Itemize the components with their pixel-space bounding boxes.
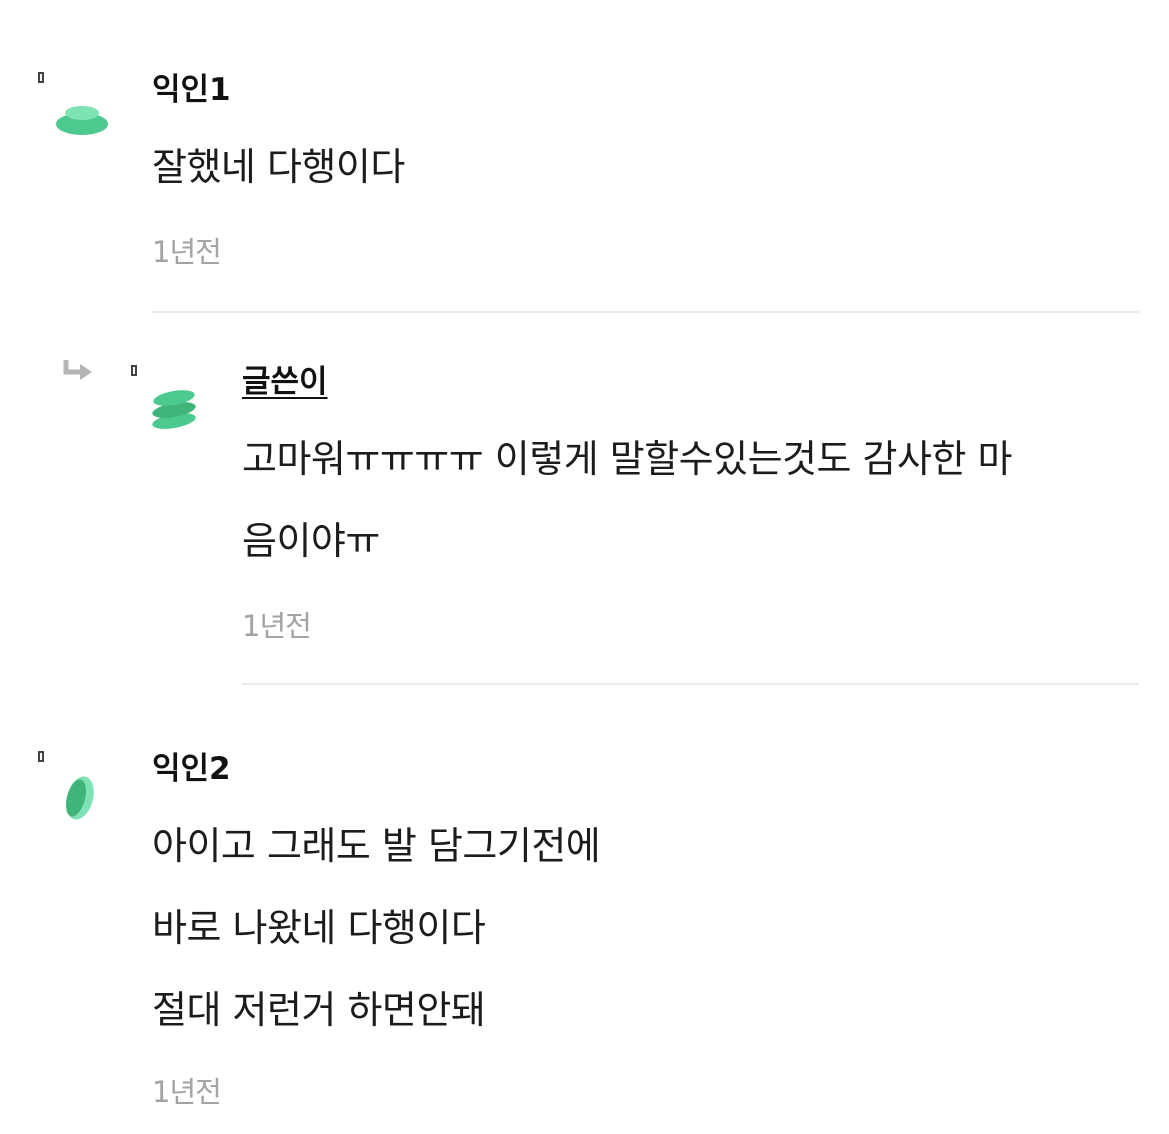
comment-item: 익인1 잘했네 다행이다 1년전 — [0, 0, 1169, 312]
comment-author[interactable]: 익인2 — [152, 749, 231, 789]
comment-time: 1년전 — [152, 1075, 222, 1109]
comment-line: 절대 저런거 하면안돼 — [152, 988, 486, 1032]
comment-time: 1년전 — [242, 609, 312, 643]
comment-line: 고마워ㅠㅠㅠㅠ 이렇게 말할수있는것도 감사한 마 — [242, 437, 1012, 481]
comment-body: 아이고 그래도 발 담그기전에 바로 나왔네 다행이다 절대 저런거 하면안돼 — [152, 805, 601, 1051]
marker-icon — [38, 72, 44, 83]
avatar[interactable] — [54, 102, 110, 142]
reply-arrow-icon — [63, 360, 92, 380]
comment-body: 고마워ㅠㅠㅠㅠ 이렇게 말할수있는것도 감사한 마 음이야ㅠ — [242, 418, 1012, 582]
comment-body: 잘했네 다행이다 — [152, 126, 405, 208]
comment-time: 1년전 — [152, 235, 222, 269]
marker-icon — [38, 751, 44, 762]
comment-line: 바로 나왔네 다행이다 — [152, 906, 486, 950]
avatar[interactable] — [150, 388, 198, 432]
comment-line: 음이야ㅠ — [242, 519, 380, 563]
marker-icon — [131, 365, 137, 376]
comment-line: 잘했네 다행이다 — [152, 145, 405, 189]
op-author[interactable]: 글쓴이 — [242, 362, 328, 402]
comment-line: 아이고 그래도 발 담그기전에 — [152, 824, 601, 868]
avatar[interactable] — [60, 772, 100, 824]
comment-item: 익인2 아이고 그래도 발 담그기전에 바로 나왔네 다행이다 절대 저런거 하… — [0, 684, 1169, 1134]
reply-item: 글쓴이 고마워ㅠㅠㅠㅠ 이렇게 말할수있는것도 감사한 마 음이야ㅠ 1년전 — [0, 312, 1169, 684]
comment-author[interactable]: 익인1 — [152, 70, 231, 110]
